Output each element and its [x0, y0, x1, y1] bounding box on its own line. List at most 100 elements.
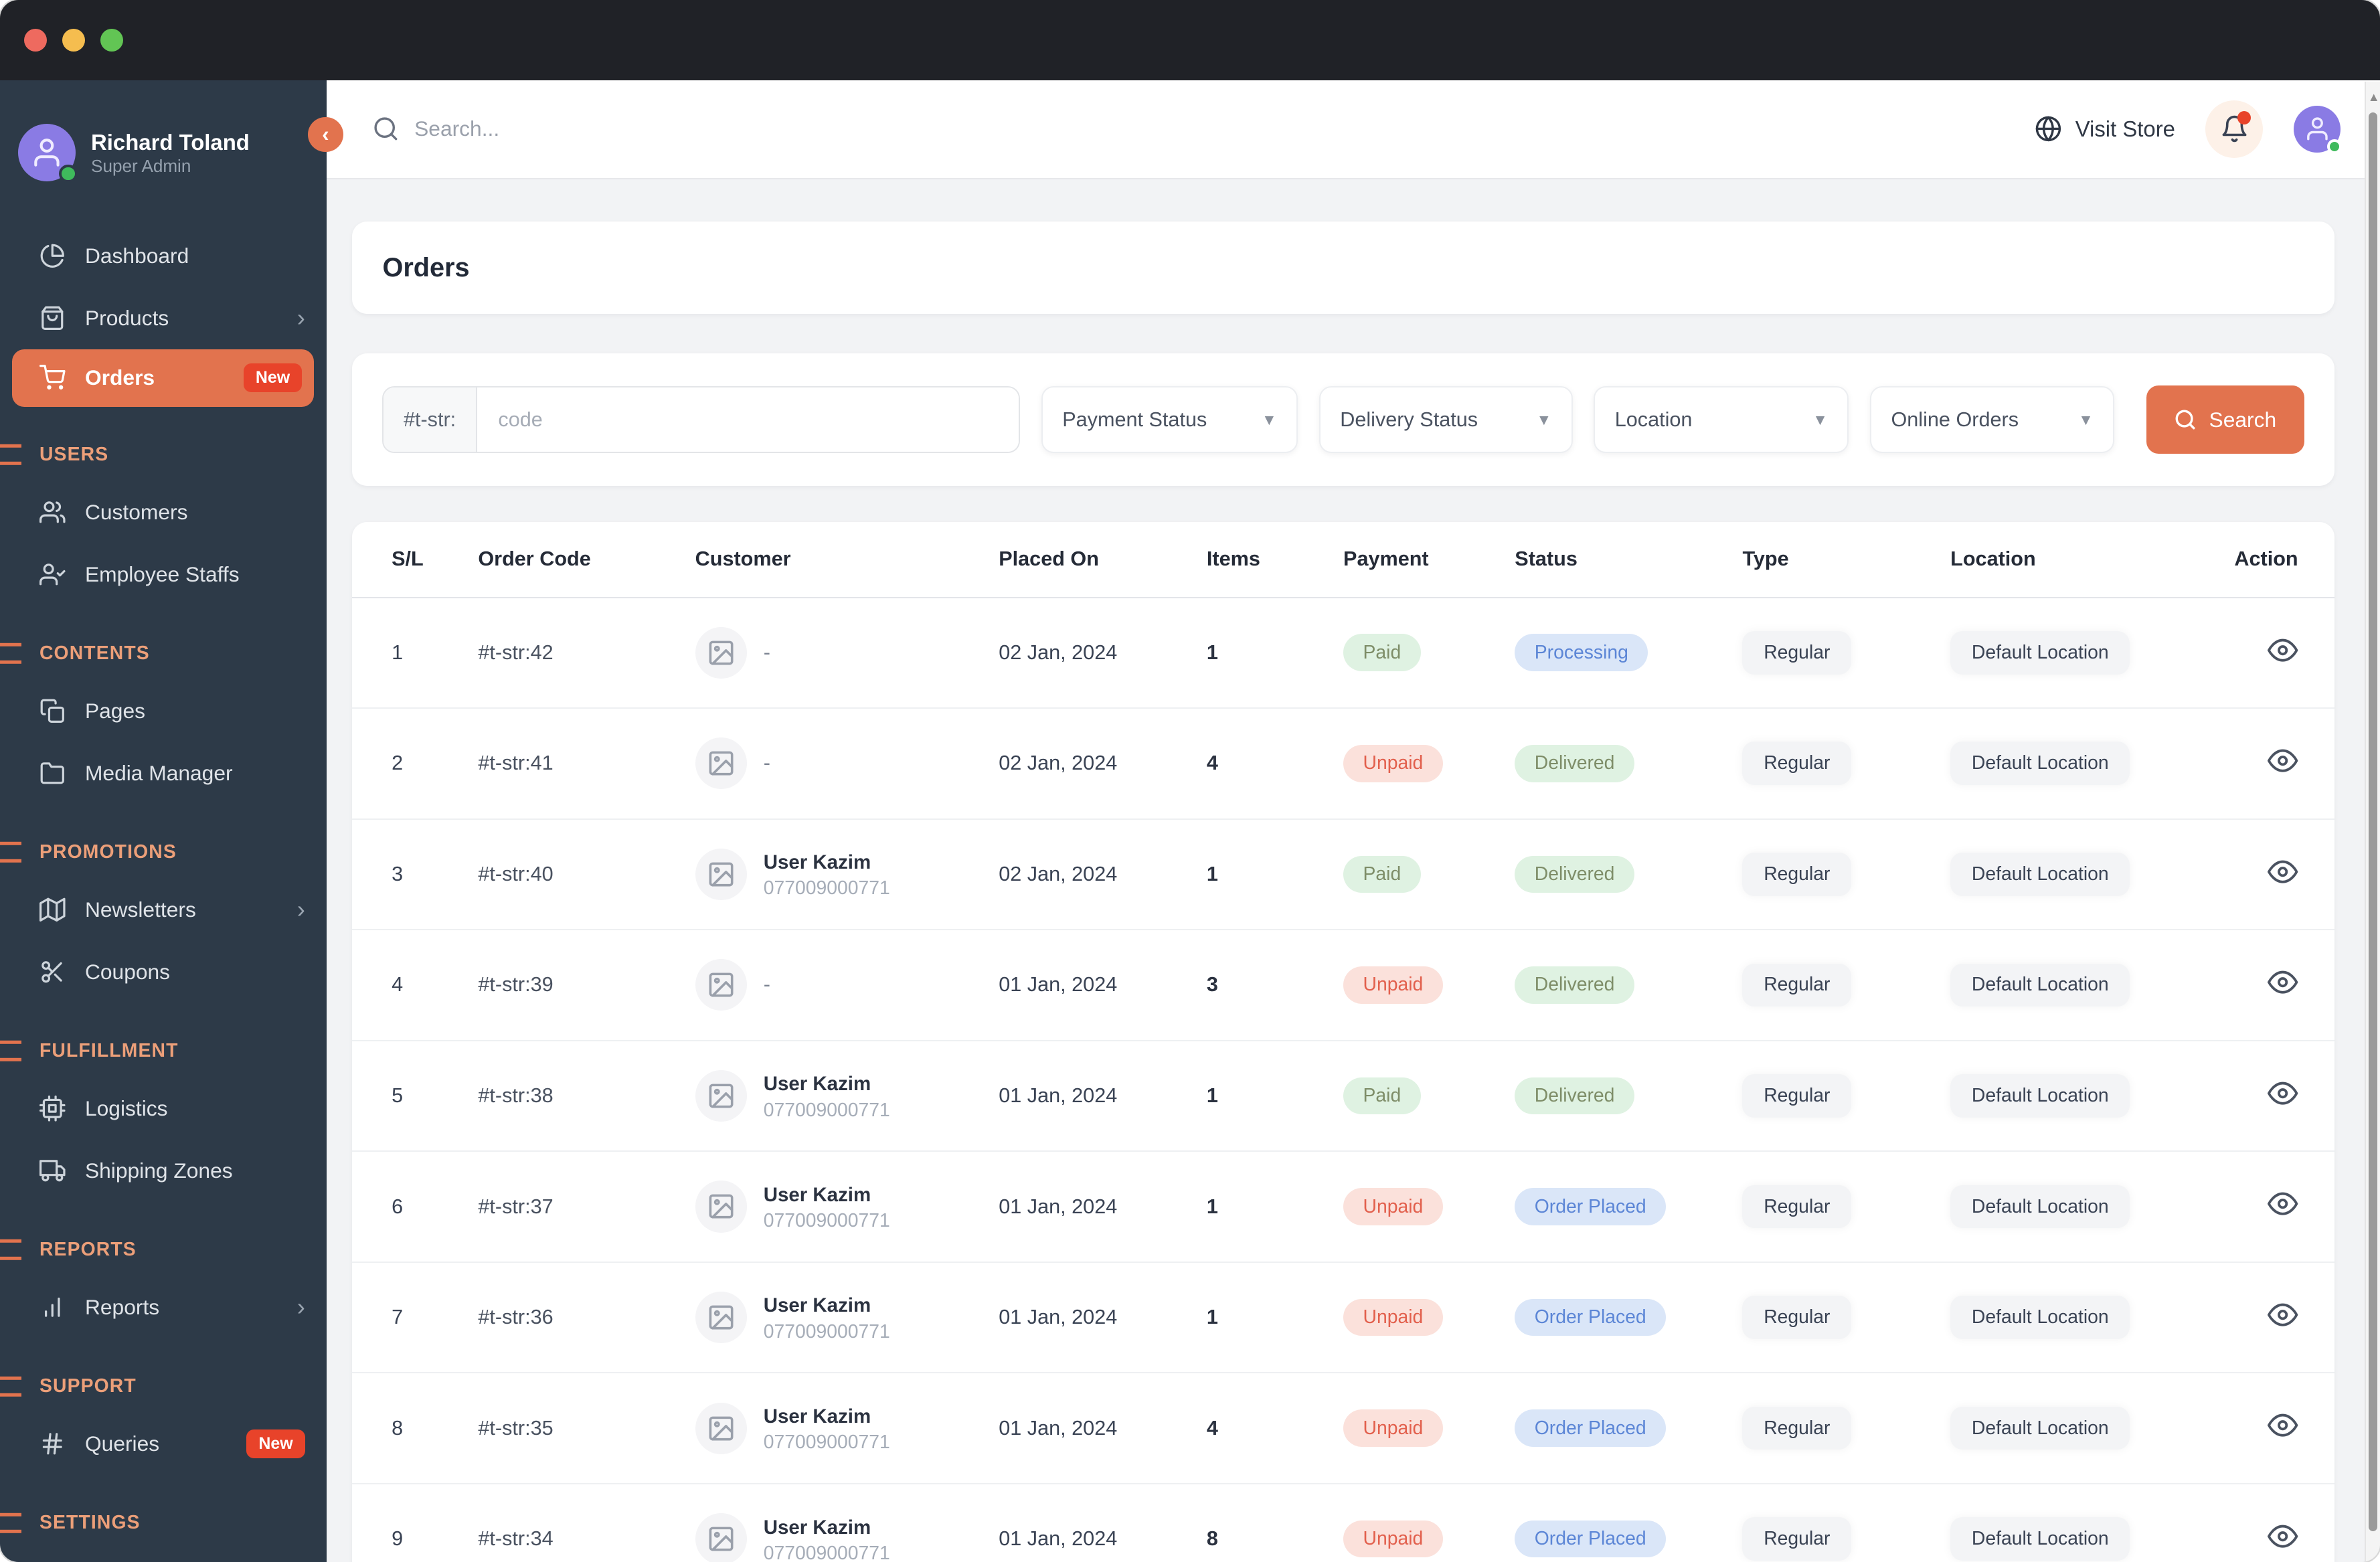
table-row: 5 #t-str:38 User Kazim 077009000771 01 Ja… [352, 1041, 2335, 1152]
image-placeholder-icon [695, 737, 747, 790]
payment-badge: Unpaid [1343, 1298, 1443, 1336]
location-dropdown[interactable]: Location ▼ [1594, 386, 1849, 453]
col-payment: Payment [1343, 547, 1429, 571]
chevron-right-icon: › [296, 895, 305, 924]
sidebar-item-pages[interactable]: Pages [0, 680, 327, 742]
search-button[interactable]: Search [2146, 385, 2304, 454]
payment-status-dropdown[interactable]: Payment Status ▼ [1041, 386, 1298, 453]
table-row: 4 #t-str:39 - 01 Jan, 2024 3 Unpaid Deli… [352, 930, 2335, 1041]
sidebar-item-queries[interactable]: Queries New [0, 1413, 327, 1475]
eye-icon [2268, 638, 2298, 662]
section-title-support: SUPPORT [0, 1360, 327, 1413]
order-code-input[interactable] [477, 387, 1019, 452]
eye-icon [2268, 1081, 2298, 1105]
sidebar-nav: Dashboard Products › Orders New USERS Cu… [0, 225, 327, 1562]
vertical-scrollbar[interactable]: ▲ [2365, 82, 2380, 1562]
topbar: Visit Store [326, 80, 2380, 179]
col-placed-on: Placed On [999, 547, 1099, 571]
sidebar-item-reports[interactable]: Reports › [0, 1276, 327, 1338]
view-order-button[interactable] [2268, 1300, 2298, 1335]
eye-icon [2268, 1303, 2298, 1326]
hash-icon [42, 1433, 62, 1455]
type-pill: Regular [1742, 1296, 1852, 1339]
sidebar-item-customers[interactable]: Customers [0, 481, 327, 543]
view-order-button[interactable] [2268, 967, 2298, 1003]
view-order-button[interactable] [2268, 857, 2298, 892]
scroll-up-arrow-icon[interactable]: ▲ [2368, 91, 2380, 103]
map-icon [39, 897, 66, 922]
eye-icon [2268, 749, 2298, 772]
orders-new-badge: New [243, 363, 303, 392]
payment-badge: Unpaid [1343, 1520, 1443, 1558]
shopping-cart-icon [39, 365, 66, 390]
type-pill: Regular [1742, 1185, 1852, 1229]
sidebar-item-coupons[interactable]: Coupons [0, 941, 327, 1003]
view-order-button[interactable] [2268, 1521, 2298, 1557]
col-order-code: Order Code [478, 547, 591, 571]
view-order-button[interactable] [2268, 1078, 2298, 1114]
users-icon [39, 501, 66, 523]
image-placeholder-icon [695, 1069, 747, 1122]
profile-role: Super Admin [91, 155, 191, 176]
view-order-button[interactable] [2268, 746, 2298, 781]
col-location: Location [1950, 547, 2036, 571]
sidebar-item-products[interactable]: Products › [0, 287, 327, 349]
col-items: Items [1206, 547, 1260, 571]
delivery-status-dropdown[interactable]: Delivery Status ▼ [1319, 386, 1573, 453]
sidebar-item-shipping-zones[interactable]: Shipping Zones [0, 1140, 327, 1202]
zoom-window-button[interactable] [100, 29, 123, 52]
section-title-users: USERS [0, 428, 327, 481]
status-badge: Order Placed [1515, 1188, 1667, 1225]
app-window: Richard Toland Super Admin ‹ Dashboard P… [0, 0, 2380, 1562]
page-title: Orders [382, 252, 470, 282]
dashboard-icon [40, 244, 64, 268]
chevron-down-icon: ▼ [1812, 410, 1828, 428]
payment-badge: Unpaid [1343, 1188, 1443, 1225]
location-pill: Default Location [1950, 1406, 2130, 1450]
sidebar-item-orders[interactable]: Orders New [12, 349, 315, 407]
view-order-button[interactable] [2268, 1410, 2298, 1446]
close-window-button[interactable] [24, 29, 48, 52]
orders-table: S/L Order Code Customer Placed On Items … [352, 522, 2335, 1562]
type-pill: Regular [1742, 852, 1852, 896]
topbar-avatar[interactable] [2293, 105, 2343, 155]
sidebar-item-logistics[interactable]: Logistics [0, 1077, 327, 1140]
minimize-window-button[interactable] [62, 29, 85, 52]
sidebar-item-dashboard[interactable]: Dashboard [0, 225, 327, 287]
table-row: 7 #t-str:36 User Kazim 077009000771 01 Ja… [352, 1263, 2335, 1374]
location-pill: Default Location [1950, 742, 2130, 786]
notification-dot [2237, 110, 2251, 125]
view-order-button[interactable] [2268, 1189, 2298, 1224]
payment-badge: Unpaid [1343, 1409, 1443, 1447]
sidebar-item-appearance[interactable]: Appearance › [0, 1549, 327, 1561]
status-badge: Delivered [1515, 966, 1634, 1004]
page-title-card: Orders [352, 222, 2335, 315]
sidebar-item-employee-staffs[interactable]: Employee Staffs [0, 543, 327, 606]
sidebar-item-newsletters[interactable]: Newsletters › [0, 879, 327, 941]
section-title-fulfillment: FULFILLMENT [0, 1025, 327, 1077]
scrollbar-thumb[interactable] [2368, 112, 2378, 1532]
table-header-row: S/L Order Code Customer Placed On Items … [352, 522, 2335, 598]
queries-new-badge: New [246, 1429, 305, 1458]
scissors-icon [41, 961, 62, 983]
image-placeholder-icon [695, 1513, 747, 1562]
sidebar-collapse-button[interactable]: ‹ [308, 116, 343, 152]
main-content: Orders #t-str: Payment Status▼ Delivery … [327, 179, 2380, 1562]
col-type: Type [1742, 547, 1789, 571]
status-badge: Order Placed [1515, 1409, 1667, 1447]
chevron-down-icon: ▼ [1262, 410, 1277, 428]
user-check-icon [39, 563, 66, 586]
visit-store-link[interactable]: Visit Store [2035, 115, 2175, 143]
chevron-down-icon: ▼ [1536, 410, 1552, 428]
sidebar-item-media-manager[interactable]: Media Manager [0, 742, 327, 804]
notifications-button[interactable] [2205, 100, 2264, 158]
view-order-button[interactable] [2268, 635, 2298, 671]
section-title-contents: CONTENTS [0, 627, 327, 680]
section-title-reports: REPORTS [0, 1223, 327, 1276]
chevron-right-icon: › [296, 303, 305, 331]
truck-icon [39, 1160, 66, 1182]
globe-icon [2035, 116, 2061, 142]
image-placeholder-icon [695, 626, 747, 679]
global-search-input[interactable] [414, 116, 1052, 142]
online-orders-dropdown[interactable]: Online Orders ▼ [1870, 386, 2115, 453]
